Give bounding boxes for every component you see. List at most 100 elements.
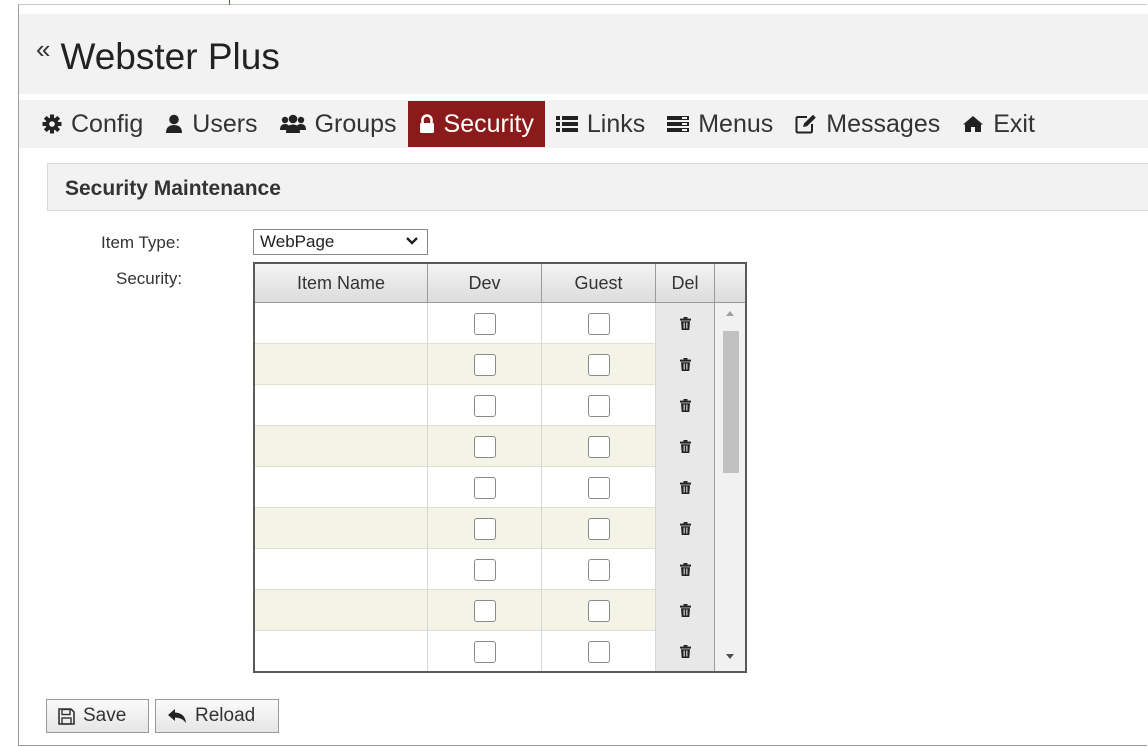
guest-checkbox[interactable]: [587, 517, 610, 540]
item-name-cell[interactable]: [255, 549, 428, 590]
dev-checkbox[interactable]: [473, 558, 496, 581]
trash-icon[interactable]: [679, 522, 691, 535]
grid-body: [255, 303, 715, 671]
dev-checkbox[interactable]: [473, 476, 496, 499]
guest-checkbox[interactable]: [587, 394, 610, 417]
item-name-cell[interactable]: [255, 385, 428, 426]
scroll-up-arrow-icon[interactable]: [725, 309, 735, 317]
collapse-icon[interactable]: «: [36, 36, 50, 62]
users-icon: [279, 114, 306, 133]
del-cell: [656, 508, 715, 549]
item-name-cell[interactable]: [255, 590, 428, 631]
grid-header: Item Name Dev Guest Del: [255, 264, 745, 303]
guest-cell: [542, 385, 656, 426]
table-row: [255, 590, 715, 631]
table-row: [255, 508, 715, 549]
user-icon: [166, 114, 183, 133]
home-icon: [963, 116, 984, 132]
reply-icon: [168, 709, 186, 723]
dev-checkbox[interactable]: [473, 312, 496, 335]
save-icon: [58, 707, 75, 725]
nav-item-config[interactable]: Config: [19, 101, 154, 147]
nav-item-messages[interactable]: Messages: [784, 101, 951, 147]
del-cell: [656, 303, 715, 344]
section-header: Security Maintenance: [47, 163, 1148, 211]
guest-checkbox[interactable]: [587, 353, 610, 376]
table-row: [255, 344, 715, 385]
security-label: Security:: [116, 269, 183, 288]
nav-item-menus[interactable]: Menus: [656, 101, 784, 147]
app-header: « Webster Plus: [19, 14, 1148, 94]
guest-checkbox[interactable]: [587, 640, 610, 663]
guest-checkbox[interactable]: [587, 558, 610, 581]
del-cell: [656, 590, 715, 631]
nav-item-groups[interactable]: Groups: [269, 101, 408, 147]
window-marker: [229, 0, 230, 5]
item-name-cell[interactable]: [255, 467, 428, 508]
dev-cell: [428, 631, 542, 671]
guest-cell: [542, 508, 656, 549]
save-button[interactable]: Save: [46, 699, 149, 733]
nav-label-exit: Exit: [993, 109, 1035, 138]
item-type-label: Item Type:: [101, 233, 181, 252]
scroll-down-arrow-icon[interactable]: [725, 653, 735, 661]
section-title: Security Maintenance: [65, 177, 281, 200]
guest-cell: [542, 631, 656, 671]
nav-item-links[interactable]: Links: [545, 101, 656, 147]
dev-checkbox[interactable]: [473, 353, 496, 376]
guest-checkbox[interactable]: [587, 599, 610, 622]
chevron-down-icon: [406, 237, 418, 245]
item-name-cell[interactable]: [255, 303, 428, 344]
nav-label-users: Users: [192, 109, 258, 138]
table-row: [255, 467, 715, 508]
nav-label-menus: Menus: [698, 109, 774, 138]
guest-cell: [542, 549, 656, 590]
item-type-select[interactable]: WebPage: [253, 229, 428, 255]
item-name-cell[interactable]: [255, 631, 428, 671]
table-row: [255, 385, 715, 426]
table-row: [255, 631, 715, 671]
nav-label-config: Config: [71, 109, 144, 138]
item-name-cell[interactable]: [255, 344, 428, 385]
trash-icon[interactable]: [679, 440, 691, 453]
nav-label-groups: Groups: [314, 109, 397, 138]
column-header-item-name[interactable]: Item Name: [255, 264, 428, 302]
trash-icon[interactable]: [679, 481, 691, 494]
dev-checkbox[interactable]: [473, 599, 496, 622]
column-header-guest[interactable]: Guest: [542, 264, 656, 302]
trash-icon[interactable]: [679, 604, 691, 617]
dev-checkbox[interactable]: [473, 640, 496, 663]
dev-checkbox[interactable]: [473, 517, 496, 540]
trash-icon[interactable]: [679, 358, 691, 371]
table-row: [255, 303, 715, 344]
nav-item-security[interactable]: Security: [407, 101, 545, 147]
guest-checkbox[interactable]: [587, 476, 610, 499]
menu-icon: [667, 116, 690, 132]
trash-icon[interactable]: [679, 399, 691, 412]
guest-cell: [542, 344, 656, 385]
trash-icon[interactable]: [679, 645, 691, 658]
nav-item-users[interactable]: Users: [154, 101, 268, 147]
gear-icon: [42, 114, 62, 134]
nav-item-exit[interactable]: Exit: [951, 101, 1046, 147]
list-icon: [555, 116, 578, 132]
nav-label-messages: Messages: [826, 109, 941, 138]
column-header-dev[interactable]: Dev: [428, 264, 542, 302]
item-name-cell[interactable]: [255, 508, 428, 549]
dev-cell: [428, 426, 542, 467]
grid-scrollbar[interactable]: [715, 303, 745, 671]
column-header-del[interactable]: Del: [656, 264, 715, 302]
item-type-value: WebPage: [260, 232, 335, 251]
del-cell: [656, 549, 715, 590]
trash-icon[interactable]: [679, 563, 691, 576]
reload-button[interactable]: Reload: [155, 699, 279, 733]
item-name-cell[interactable]: [255, 426, 428, 467]
guest-checkbox[interactable]: [587, 435, 610, 458]
main-nav: Config Users Groups Security Links Menus…: [19, 100, 1148, 148]
scroll-thumb[interactable]: [723, 331, 739, 473]
guest-checkbox[interactable]: [587, 312, 610, 335]
trash-icon[interactable]: [679, 317, 691, 330]
dev-checkbox[interactable]: [473, 394, 496, 417]
del-cell: [656, 344, 715, 385]
dev-checkbox[interactable]: [473, 435, 496, 458]
